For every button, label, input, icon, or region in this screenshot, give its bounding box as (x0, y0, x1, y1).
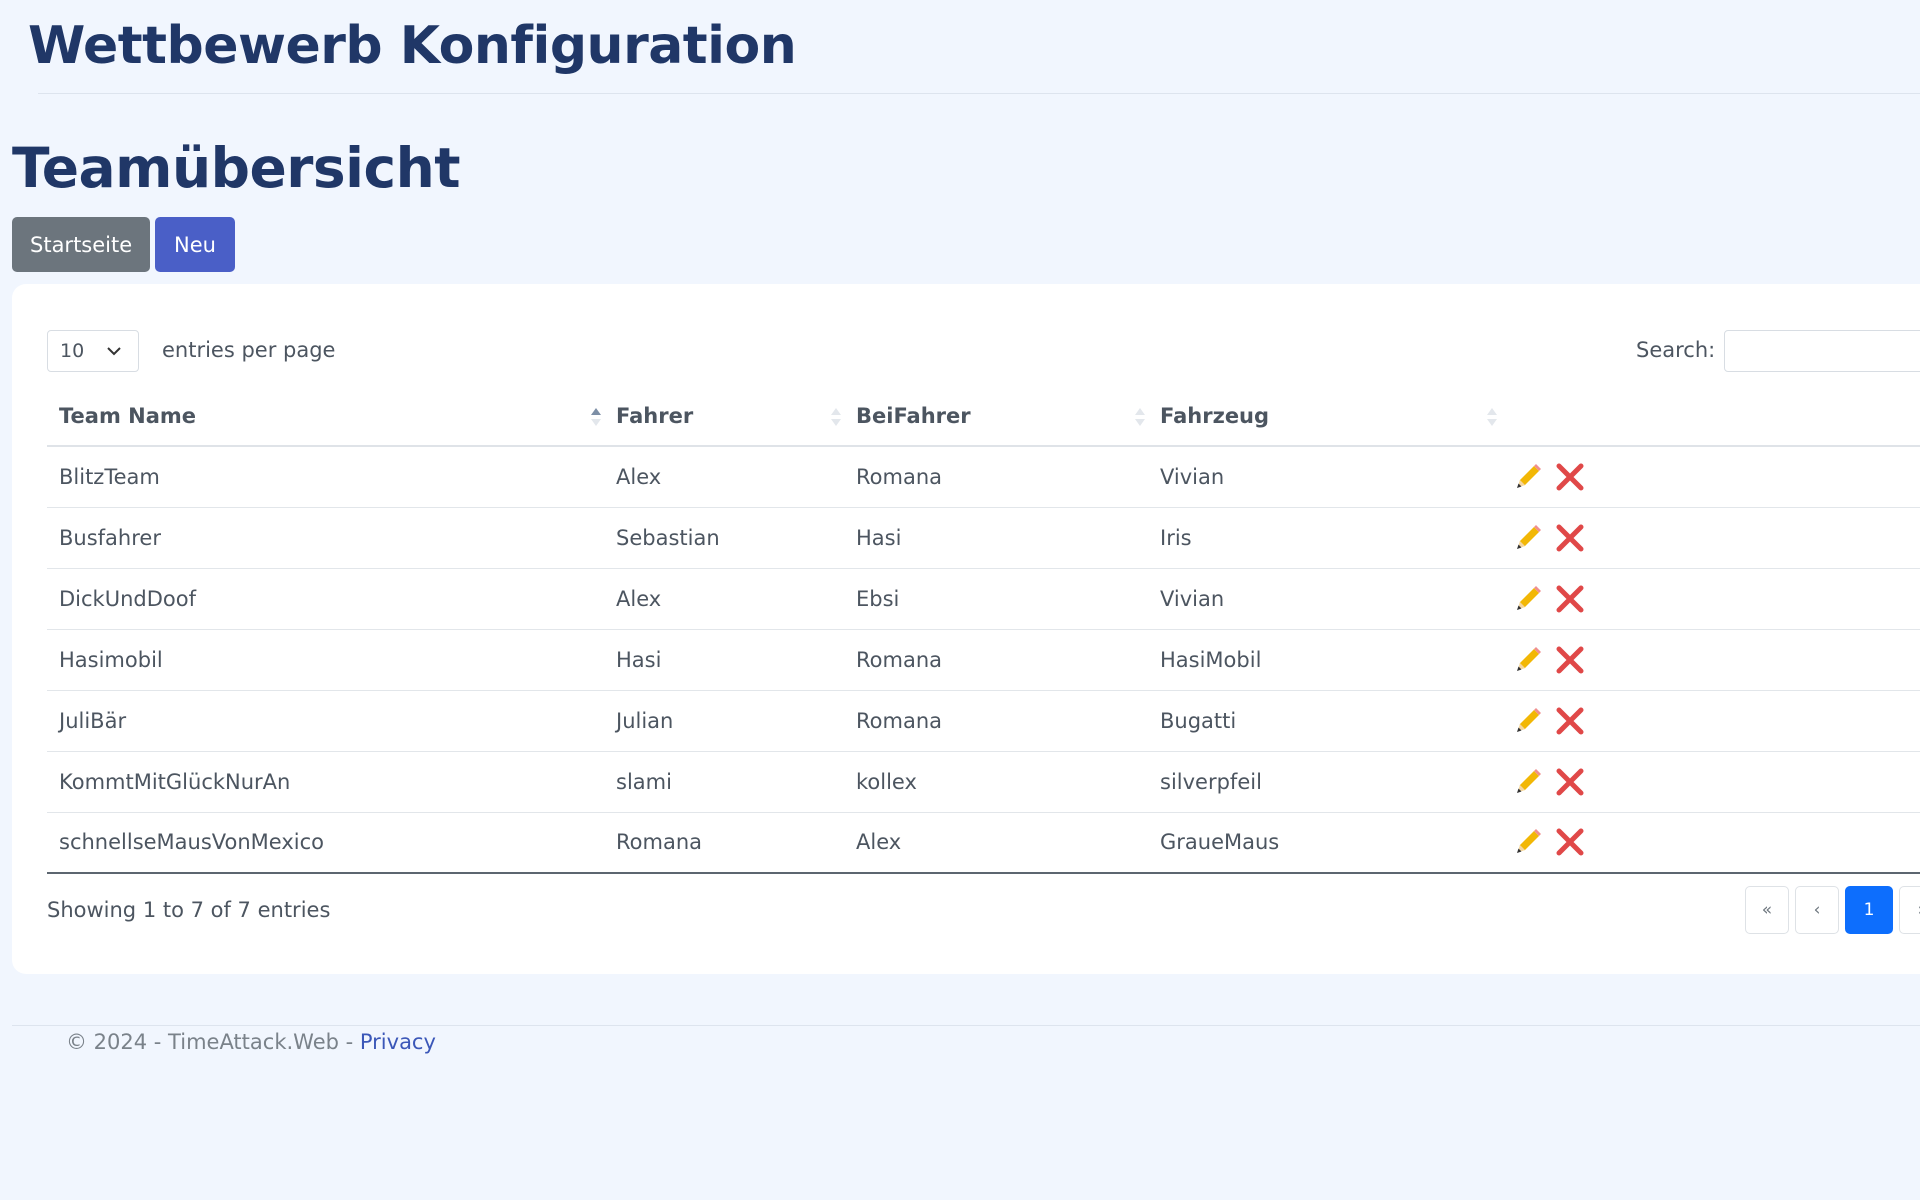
edit-icon[interactable] (1512, 766, 1544, 798)
team-name-cell: schnellseMausVonMexico (47, 812, 604, 874)
sort-ascending-icon (591, 408, 601, 426)
row-actions (1500, 507, 1920, 569)
fahrzeug-cell: HasiMobil (1148, 629, 1500, 691)
edit-icon[interactable] (1512, 705, 1544, 737)
edit-icon[interactable] (1512, 461, 1544, 493)
home-button[interactable]: Startseite (12, 217, 150, 272)
fahrzeug-cell: GraueMaus (1148, 812, 1500, 874)
beifahrer-cell: Romana (844, 629, 1148, 691)
privacy-link[interactable]: Privacy (360, 1030, 436, 1054)
fahrer-cell: Alex (604, 446, 844, 508)
table-row: Hasimobil Hasi Romana HasiMobil (47, 629, 1920, 691)
fahrzeug-cell: Iris (1148, 507, 1500, 569)
footer-divider (12, 1025, 1920, 1026)
table-toolbar: 10 entries per page Search: (47, 330, 1920, 374)
fahrer-cell: Romana (604, 812, 844, 874)
first-page-button[interactable]: « (1745, 886, 1789, 934)
footer-copyright: © 2024 - TimeAttack.Web - (66, 1030, 360, 1054)
new-team-button[interactable]: Neu (155, 217, 235, 272)
delete-icon[interactable] (1554, 644, 1586, 676)
search-label: Search: (1636, 338, 1716, 362)
page-length-label: entries per page (162, 338, 336, 362)
table-row: DickUndDoof Alex Ebsi Vivian (47, 568, 1920, 630)
table-row: JuliBär Julian Romana Bugatti (47, 690, 1920, 752)
pagination: « ‹ 1 › (1745, 886, 1920, 934)
fahrer-cell: slami (604, 751, 844, 813)
current-page-button[interactable]: 1 (1845, 886, 1893, 934)
team-name-cell: DickUndDoof (47, 568, 604, 630)
edit-icon[interactable] (1512, 522, 1544, 554)
beifahrer-cell: Hasi (844, 507, 1148, 569)
row-actions (1500, 629, 1920, 691)
edit-icon[interactable] (1512, 644, 1544, 676)
team-name-cell: BlitzTeam (47, 446, 604, 508)
table-row: schnellseMausVonMexico Romana Alex GraueMau… (47, 812, 1920, 874)
teams-table: Team Name Fahrer BeiFahrer Fahrzeug Blit… (47, 386, 1920, 874)
fahrer-cell: Julian (604, 690, 844, 752)
team-name-cell: Hasimobil (47, 629, 604, 691)
page-length-select[interactable]: 10 (47, 330, 139, 372)
action-button-row: Startseite Neu (12, 217, 235, 272)
beifahrer-cell: Romana (844, 446, 1148, 508)
sort-icon (831, 408, 841, 426)
fahrer-cell: Sebastian (604, 507, 844, 569)
row-actions (1500, 751, 1920, 813)
sort-icon (1135, 408, 1145, 426)
row-actions (1500, 690, 1920, 752)
header-divider (38, 93, 1920, 94)
row-actions (1500, 568, 1920, 630)
chevron-down-icon (107, 347, 121, 356)
table-info: Showing 1 to 7 of 7 entries (47, 898, 331, 922)
next-page-button[interactable]: › (1899, 886, 1920, 934)
page-title: Teamübersicht (12, 136, 461, 200)
column-header-label: Fahrzeug (1160, 403, 1270, 428)
sort-icon (1487, 408, 1497, 426)
column-header-beifahrer[interactable]: BeiFahrer (844, 386, 1148, 447)
edit-icon[interactable] (1512, 583, 1544, 615)
fahrer-cell: Alex (604, 568, 844, 630)
delete-icon[interactable] (1554, 522, 1586, 554)
previous-page-button[interactable]: ‹ (1795, 886, 1839, 934)
edit-icon[interactable] (1512, 826, 1544, 858)
fahrer-cell: Hasi (604, 629, 844, 691)
delete-icon[interactable] (1554, 826, 1586, 858)
table-row: KommtMitGlückNurAn slami kollex silverpfeil (47, 751, 1920, 813)
beifahrer-cell: Romana (844, 690, 1148, 752)
beifahrer-cell: Alex (844, 812, 1148, 874)
column-header-label: BeiFahrer (856, 403, 971, 428)
table-row: Busfahrer Sebastian Hasi Iris (47, 507, 1920, 569)
fahrzeug-cell: Bugatti (1148, 690, 1500, 752)
column-header-label: Team Name (59, 403, 197, 428)
column-header-fahrer[interactable]: Fahrer (604, 386, 844, 447)
fahrzeug-cell: Vivian (1148, 568, 1500, 630)
column-header-label: Fahrer (616, 403, 694, 428)
column-header-fahrzeug[interactable]: Fahrzeug (1148, 386, 1500, 447)
top-header: Wettbewerb Konfiguration (28, 10, 797, 90)
column-header-actions (1500, 386, 1920, 447)
footer: © 2024 - TimeAttack.Web - Privacy (66, 1030, 436, 1054)
column-header-team-name[interactable]: Team Name (47, 386, 604, 447)
fahrzeug-cell: silverpfeil (1148, 751, 1500, 813)
delete-icon[interactable] (1554, 461, 1586, 493)
delete-icon[interactable] (1554, 705, 1586, 737)
team-name-cell: JuliBär (47, 690, 604, 752)
row-actions (1500, 812, 1920, 874)
teams-table-card: 10 entries per page Search: Team Name Fa… (12, 284, 1920, 974)
delete-icon[interactable] (1554, 766, 1586, 798)
beifahrer-cell: kollex (844, 751, 1148, 813)
table-body: BlitzTeam Alex Romana Vivian Busfahrer Sebast… (47, 446, 1920, 874)
team-name-cell: KommtMitGlückNurAn (47, 751, 604, 813)
page-length-value: 10 (60, 340, 85, 362)
table-row: BlitzTeam Alex Romana Vivian (47, 446, 1920, 508)
search-input[interactable] (1724, 330, 1920, 372)
fahrzeug-cell: Vivian (1148, 446, 1500, 508)
delete-icon[interactable] (1554, 583, 1586, 615)
table-header-row: Team Name Fahrer BeiFahrer Fahrzeug (47, 386, 1920, 447)
row-actions (1500, 446, 1920, 508)
team-name-cell: Busfahrer (47, 507, 604, 569)
app-title: Wettbewerb Konfiguration (28, 16, 797, 76)
beifahrer-cell: Ebsi (844, 568, 1148, 630)
